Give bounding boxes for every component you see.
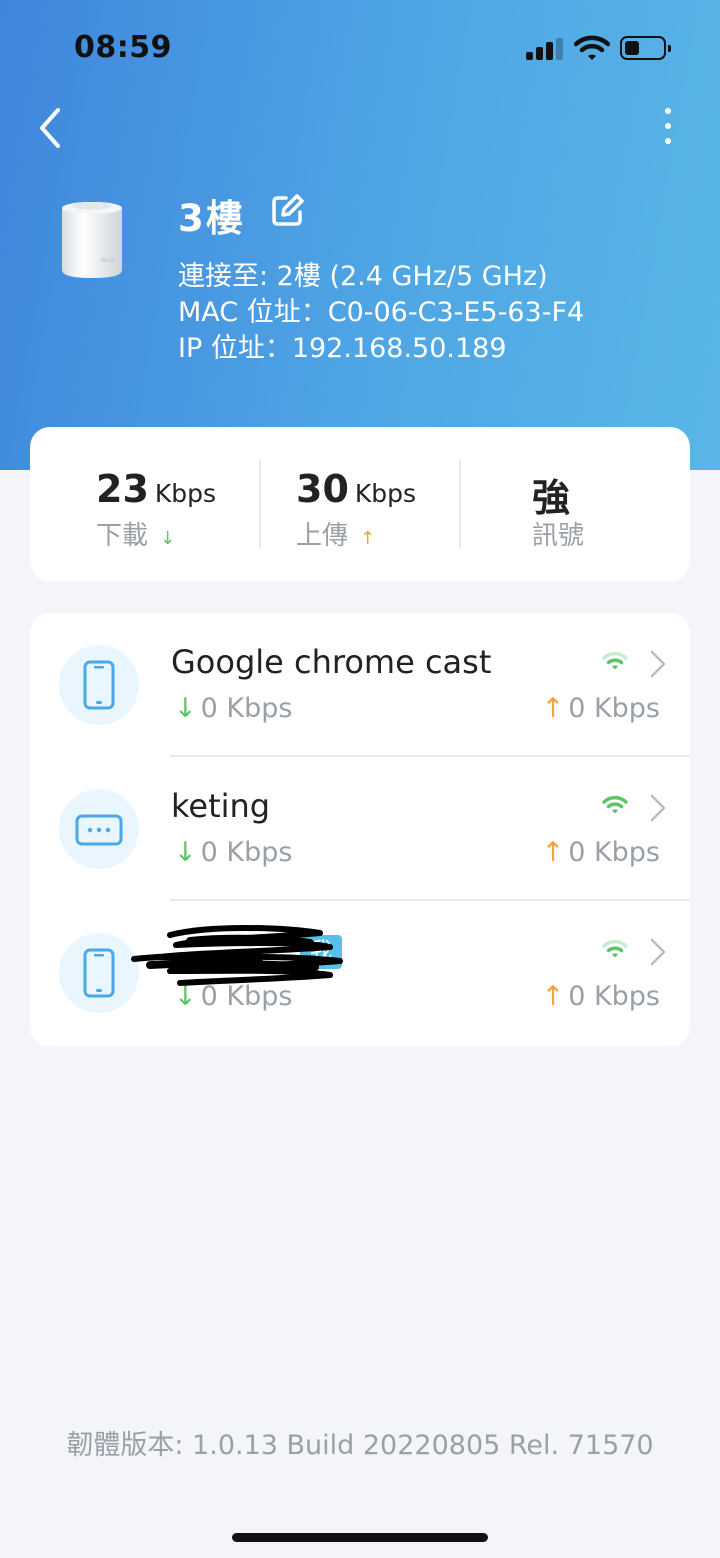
client-upload: ↑ 0 Kbps (541, 981, 660, 1012)
screen: 08:59 deco 3樓 連接至: 2樓 (2.4 GHz/5 GHz) MA… (0, 0, 720, 1558)
wifi-status-icon (574, 35, 610, 60)
client-row[interactable]: keting ↓ 0 Kbps ↑ 0 Kbps (30, 757, 690, 901)
connected-to-text: 連接至: 2樓 (2.4 GHz/5 GHz) (178, 261, 548, 292)
client-upload: ↑ 0 Kbps (541, 693, 660, 724)
phone-icon (83, 660, 115, 710)
wifi-weak-icon (602, 651, 628, 670)
home-indicator[interactable] (232, 1533, 488, 1542)
chevron-right-icon (650, 794, 666, 822)
client-name: Google chrome cast (171, 643, 492, 681)
divider (459, 460, 461, 548)
edit-icon[interactable] (270, 194, 304, 228)
wifi-strong-icon (602, 795, 628, 814)
avatar (59, 789, 139, 869)
client-name: keting (171, 787, 271, 825)
arrow-up-icon: ↑ (541, 693, 565, 724)
arrow-up-icon: ↑ (541, 981, 565, 1012)
chevron-right-icon (650, 938, 666, 966)
redaction-scribble (131, 925, 343, 986)
deco-device-image: deco (62, 202, 122, 278)
chevron-right-icon (650, 650, 666, 678)
ip-address-text: IP 位址：192.168.50.189 (178, 333, 507, 364)
cellular-signal-icon (526, 38, 564, 60)
stats-card: 23 Kbps 下載 ↓ 30 Kbps 上傳 ↑ 強 訊號 (30, 427, 690, 581)
avatar (59, 933, 139, 1013)
arrow-up-icon: ↑ (541, 837, 565, 868)
arrow-down-icon: ↓ (160, 528, 176, 549)
status-time: 08:59 (74, 30, 172, 65)
avatar (59, 645, 139, 725)
header-background: 08:59 deco 3樓 連接至: 2樓 (2.4 GHz/5 GHz) MA… (0, 0, 720, 470)
device-name-title: 3樓 (178, 197, 245, 240)
arrow-up-icon: ↑ (360, 528, 376, 549)
arrow-down-icon: ↓ (174, 693, 197, 724)
signal-label: 訊號 (532, 521, 585, 551)
divider (259, 460, 261, 548)
upload-value: 30 Kbps (296, 467, 417, 511)
client-upload: ↑ 0 Kbps (541, 837, 660, 868)
phone-icon (83, 948, 115, 998)
client-download: ↓ 0 Kbps (174, 837, 293, 868)
arrow-down-icon: ↓ (174, 837, 197, 868)
router-device-icon (75, 814, 123, 846)
upload-label: 上傳 ↑ (296, 521, 376, 551)
mac-address-text: MAC 位址：C0-06-C3-E5-63-F4 (178, 297, 585, 328)
download-label: 下載 ↓ (96, 521, 176, 551)
client-download: ↓ 0 Kbps (174, 693, 293, 724)
wifi-weak-icon (602, 939, 628, 958)
signal-value: 強 (532, 476, 571, 520)
download-value: 23 Kbps (96, 467, 217, 511)
battery-icon (620, 36, 671, 60)
svg-text:deco: deco (100, 257, 115, 264)
clients-list: Google chrome cast ↓ 0 Kbps ↑ 0 Kbps ket… (30, 613, 690, 1046)
more-options-button[interactable] (658, 108, 678, 148)
back-button[interactable] (36, 106, 66, 150)
client-row[interactable]: ↓ 0 Kbps ↑ 0 Kbps (30, 901, 690, 1045)
firmware-version-text: 韌體版本: 1.0.13 Build 20220805 Rel. 71570 (66, 1430, 654, 1461)
client-row[interactable]: Google chrome cast ↓ 0 Kbps ↑ 0 Kbps (30, 613, 690, 757)
